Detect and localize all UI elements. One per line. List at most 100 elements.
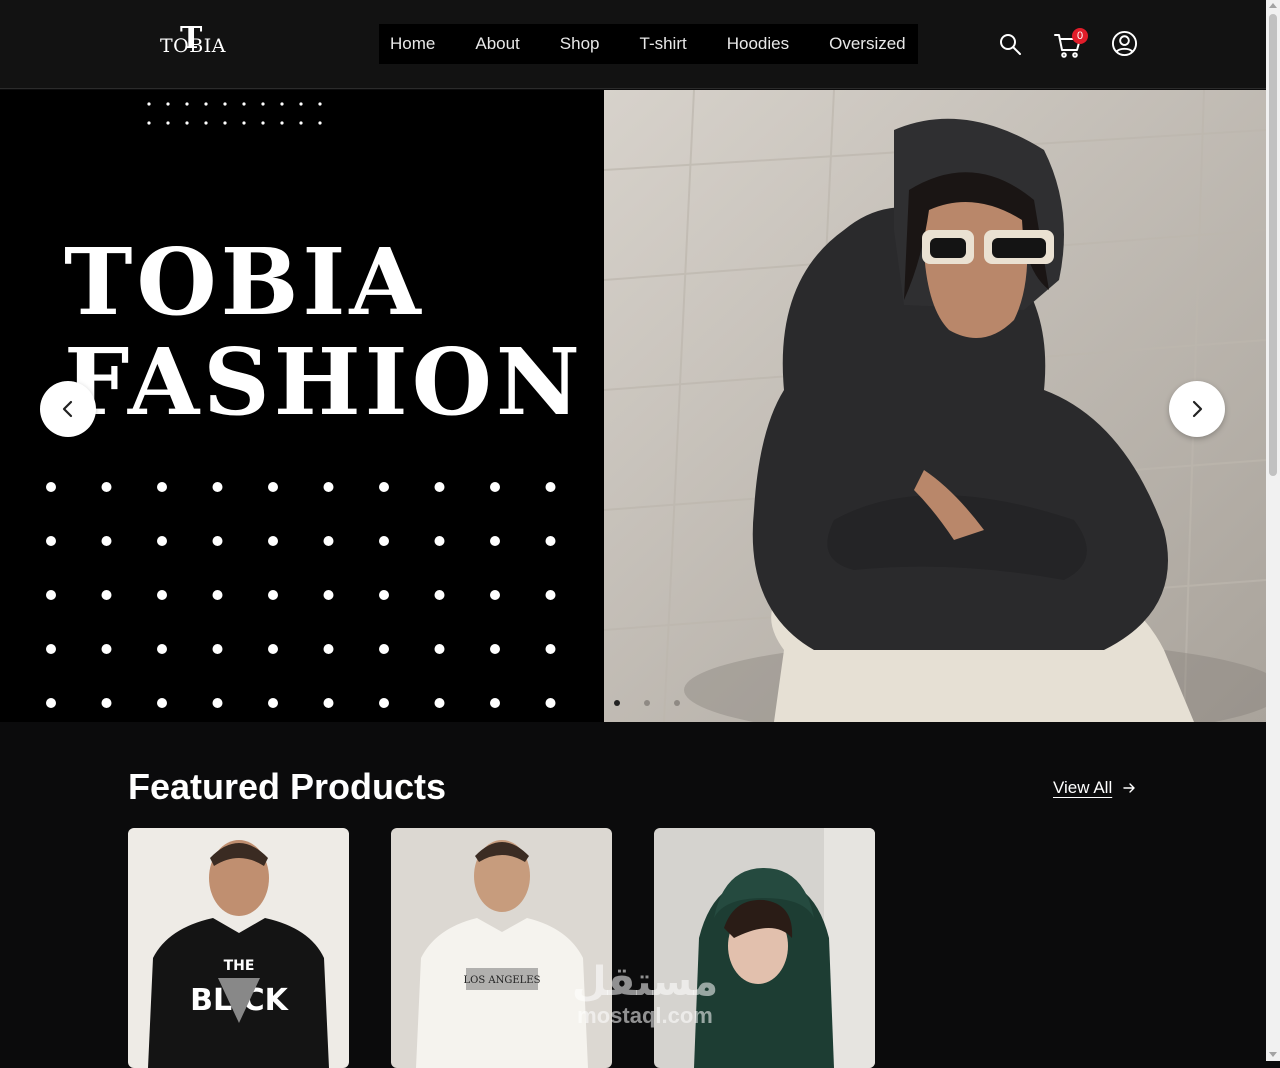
hero-title-line1: TOBIA <box>64 228 425 336</box>
scrollbar-thumb[interactable] <box>1269 14 1277 476</box>
pattern-dot <box>280 102 284 106</box>
pattern-dot <box>185 121 189 125</box>
scroll-up-arrow-icon[interactable] <box>1269 3 1277 8</box>
page-scrollbar[interactable] <box>1266 0 1280 1061</box>
pattern-dot <box>379 482 389 492</box>
pattern-dot <box>280 121 284 125</box>
decorative-dot-pattern-small <box>147 102 322 125</box>
pattern-dot <box>323 536 334 546</box>
chevron-right-icon <box>1192 400 1203 418</box>
pattern-dot <box>46 590 56 600</box>
slide-indicator-1[interactable] <box>614 700 620 706</box>
carousel-next-button[interactable] <box>1169 381 1225 437</box>
pattern-dot <box>261 102 265 106</box>
nav-oversized[interactable]: Oversized <box>829 34 906 54</box>
pattern-dot <box>223 121 227 125</box>
pattern-dot <box>379 536 389 546</box>
product-image-black-tshirt: THE BL CK <box>128 828 349 1068</box>
main-nav: Home About Shop T-shirt Hoodies Oversize… <box>379 24 918 64</box>
pattern-dot <box>46 644 56 654</box>
pattern-dot <box>490 698 500 708</box>
pattern-dot <box>379 644 389 654</box>
nav-tshirt[interactable]: T-shirt <box>640 34 687 54</box>
user-icon[interactable] <box>1111 30 1138 57</box>
pattern-dot <box>157 644 167 654</box>
carousel-prev-button[interactable] <box>40 381 96 437</box>
hero-image <box>604 90 1266 722</box>
pattern-dot <box>101 536 112 546</box>
pattern-dot <box>434 590 445 600</box>
slide-indicator-2[interactable] <box>644 700 650 706</box>
pattern-dot <box>318 121 322 125</box>
pattern-dot <box>434 698 445 708</box>
pattern-dot <box>46 482 56 492</box>
pattern-dot <box>261 121 265 125</box>
pattern-dot <box>212 590 223 600</box>
pattern-dot <box>490 644 500 654</box>
scroll-down-arrow-icon[interactable] <box>1269 1052 1277 1057</box>
pattern-dot <box>545 590 556 600</box>
pattern-dot <box>242 102 246 106</box>
pattern-dot <box>101 644 112 654</box>
pattern-dot <box>379 698 389 708</box>
pattern-dot <box>379 590 389 600</box>
search-icon[interactable] <box>998 32 1022 56</box>
site-header: T TOBIA Home About Shop T-shirt Hoodies … <box>0 0 1266 89</box>
nav-hoodies[interactable]: Hoodies <box>727 34 789 54</box>
pattern-dot <box>212 482 223 492</box>
product-card[interactable]: LOS ANGELES <box>391 828 612 1068</box>
pattern-dot <box>147 102 151 106</box>
pattern-dot <box>323 644 334 654</box>
nav-home[interactable]: Home <box>390 34 435 54</box>
pattern-dot <box>268 644 278 654</box>
pattern-dot <box>46 536 56 546</box>
hero-title-line2: FASHION <box>64 328 584 436</box>
pattern-dot <box>101 590 112 600</box>
pattern-dot <box>545 698 556 708</box>
pattern-dot <box>434 644 445 654</box>
pattern-dot <box>268 536 278 546</box>
pattern-dot <box>323 590 334 600</box>
pattern-dot <box>157 536 167 546</box>
product-card[interactable] <box>654 828 875 1068</box>
pattern-dot <box>490 590 500 600</box>
decorative-dot-pattern <box>46 482 556 708</box>
brand-logo[interactable]: T TOBIA <box>160 24 226 62</box>
pattern-dot <box>212 698 223 708</box>
pattern-dot <box>157 590 167 600</box>
slide-indicator-3[interactable] <box>674 700 680 706</box>
product-card[interactable]: THE BL CK <box>128 828 349 1068</box>
pattern-dot <box>323 698 334 708</box>
pattern-dot <box>299 121 303 125</box>
pattern-dot <box>212 644 223 654</box>
cart-count-badge: 0 <box>1072 28 1088 44</box>
pattern-dot <box>101 482 112 492</box>
arrow-right-icon[interactable] <box>1123 783 1135 793</box>
pattern-dot <box>147 121 151 125</box>
hero-photo-woman-hoodie <box>604 90 1266 722</box>
pattern-dot <box>434 482 445 492</box>
pattern-dot <box>157 698 167 708</box>
featured-products-heading: Featured Products <box>128 766 447 807</box>
svg-text:THE: THE <box>224 958 255 974</box>
pattern-dot <box>323 482 334 492</box>
pattern-dot <box>268 698 278 708</box>
pattern-dot <box>490 536 500 546</box>
svg-text:LOS ANGELES: LOS ANGELES <box>464 975 541 986</box>
logo-text: TOBIA <box>160 35 226 57</box>
pattern-dot <box>157 482 167 492</box>
pattern-dot <box>204 121 208 125</box>
nav-about[interactable]: About <box>475 34 519 54</box>
pattern-dot <box>166 121 170 125</box>
pattern-dot <box>545 536 556 546</box>
pattern-dot <box>490 482 500 492</box>
pattern-dot <box>268 590 278 600</box>
product-image-green-hoodie <box>654 828 875 1068</box>
hero-title: TOBIA FASHION <box>64 232 584 432</box>
pattern-dot <box>268 482 278 492</box>
nav-shop[interactable]: Shop <box>560 34 600 54</box>
view-all-link[interactable]: View All <box>1053 778 1112 798</box>
pattern-dot <box>101 698 112 708</box>
pattern-dot <box>166 102 170 106</box>
pattern-dot <box>545 482 556 492</box>
